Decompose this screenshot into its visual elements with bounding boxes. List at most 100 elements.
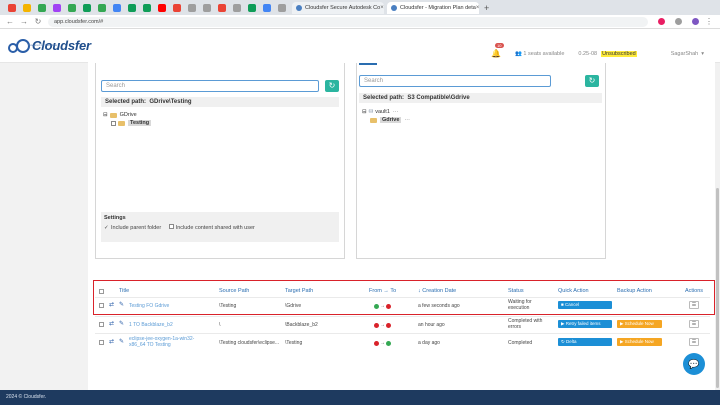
row-target: \Backblaze_b2 (285, 322, 318, 328)
schedule-now-button[interactable]: ▶ Schedule Now (617, 320, 662, 328)
row-status: Completed with errors (508, 318, 543, 330)
cloudsfer-favicon-icon (391, 4, 397, 11)
extension-puzzle-icon[interactable] (675, 18, 682, 25)
include-parent-checkbox[interactable]: ✓ (104, 225, 109, 231)
tab-icon-3[interactable] (52, 3, 61, 12)
col-title[interactable]: Title (119, 288, 129, 294)
close-tab-icon[interactable]: × (476, 5, 479, 11)
tab-icon-1[interactable] (22, 3, 31, 12)
row-from-to: → (373, 322, 392, 328)
tab-icon-17[interactable] (277, 3, 286, 12)
collapse-icon[interactable]: ⊟ (103, 112, 108, 118)
footer: 2024 © Cloudsfer. (0, 390, 720, 405)
chat-bubble-icon[interactable]: 💬 (683, 353, 705, 375)
folder-icon (109, 112, 117, 118)
schedule-now-button[interactable]: ▶ Schedule Now (617, 338, 662, 346)
youtube-tab-icon[interactable] (157, 3, 166, 12)
folder-icon (370, 117, 377, 123)
source-refresh-button[interactable]: ↻ (325, 80, 339, 92)
row-source: \Testing cloudsfer\eclipse... (219, 340, 280, 346)
unsubscribed-badge[interactable]: Unsubscribed (601, 50, 637, 57)
tab-icon-10[interactable] (172, 3, 181, 12)
tab-icon-16[interactable] (262, 3, 271, 12)
table-row: ⇄ ✎ eclipse-jee-oxygen-1a-win32-x86_64 T… (95, 333, 710, 351)
user-menu[interactable]: SagarShah (671, 51, 699, 57)
col-source-path[interactable]: Source Path (219, 288, 249, 294)
new-tab-icon[interactable]: + (484, 3, 489, 13)
page-scrollbar-thumb[interactable] (716, 188, 719, 388)
row-title[interactable]: eclipse-jee-oxygen-1a-win32-x86_64 TO Te… (129, 336, 209, 348)
source-cloud-icon (374, 340, 379, 346)
tab-cloudsfer-migration[interactable]: Cloudsfer - Migration Plan deta × (387, 1, 479, 14)
tab-icon-5[interactable] (82, 3, 91, 12)
row-actions-menu[interactable]: ☰ (689, 338, 699, 346)
close-tab-icon[interactable]: × (380, 5, 384, 11)
select-all-checkbox[interactable] (99, 289, 104, 294)
cancel-button[interactable]: ■ Cancel (558, 301, 612, 309)
more-icon[interactable]: ··· (404, 117, 410, 123)
source-search-input[interactable]: Search (101, 80, 319, 92)
tab-icon-2[interactable] (37, 3, 46, 12)
chevron-down-icon[interactable]: ▾ (701, 51, 704, 57)
row-date: a few seconds ago (418, 303, 460, 309)
tab-icon-6[interactable] (97, 3, 106, 12)
extension-icon[interactable] (658, 18, 665, 25)
retry-failed-items-button[interactable]: ▶ Retry failed items (558, 320, 612, 328)
back-icon[interactable]: ← (6, 17, 14, 26)
row-checkbox[interactable] (99, 303, 104, 308)
row-checkbox[interactable] (99, 340, 104, 345)
row-title[interactable]: Testing FO Gdrive (129, 303, 169, 309)
edit-pencil-icon[interactable]: ✎ (119, 338, 124, 345)
more-icon[interactable]: ··· (393, 109, 399, 115)
table-row: ⇄ ✎ 1 TO Backblaze_b2 \ \Backblaze_b2 → … (95, 316, 710, 332)
profile-avatar-icon[interactable] (692, 18, 699, 25)
target-refresh-button[interactable]: ↻ (585, 75, 599, 87)
row-checkbox[interactable] (99, 322, 104, 327)
reload-icon[interactable]: ↻ (34, 17, 42, 26)
col-from-to[interactable]: From → To (369, 288, 396, 294)
url-input[interactable]: app.cloudsfer.com/# (48, 16, 648, 27)
tab-cloudsfer-autodesk[interactable]: Cloudsfer Secure Autodesk Co × (292, 1, 384, 14)
tab-icon-13[interactable] (217, 3, 226, 12)
delta-button[interactable]: ↻ Delta (558, 338, 612, 346)
source-cloud-icon (374, 322, 379, 328)
tree-node-gdrive[interactable]: Gdrive (380, 117, 402, 123)
gmail-tab-icon[interactable] (7, 3, 16, 12)
target-search-input[interactable]: Search (359, 75, 551, 87)
tab-icon-4[interactable] (67, 3, 76, 12)
collapse-icon[interactable]: ⊟ (362, 109, 367, 115)
tree-node-testing[interactable]: Testing (128, 120, 152, 126)
row-actions-menu[interactable]: ☰ (689, 301, 699, 309)
tab-icon-14[interactable] (232, 3, 241, 12)
include-shared-checkbox[interactable] (168, 224, 174, 229)
tab-icon-8[interactable] (127, 3, 136, 12)
tab-icon-7[interactable] (112, 3, 121, 12)
forward-icon[interactable]: → (20, 17, 28, 26)
col-creation-date[interactable]: ↓ Creation Date (418, 288, 456, 294)
swap-icon[interactable]: ⇄ (109, 301, 114, 308)
swap-icon[interactable]: ⇄ (109, 338, 114, 345)
row-status: Completed (508, 340, 533, 346)
row-title[interactable]: 1 TO Backblaze_b2 (129, 322, 173, 328)
edit-pencil-icon[interactable]: ✎ (119, 301, 124, 308)
col-quick-action: Quick Action (558, 288, 589, 294)
expand-icon[interactable] (111, 120, 116, 126)
vault-icon: ⛁ (368, 109, 374, 115)
col-status[interactable]: Status (508, 288, 524, 294)
row-actions-menu[interactable]: ☰ (689, 320, 699, 328)
edit-pencil-icon[interactable]: ✎ (119, 320, 124, 327)
tab-icon-12[interactable] (202, 3, 211, 12)
browser-menu-icon[interactable]: ⋮ (705, 17, 713, 26)
swap-icon[interactable]: ⇄ (109, 320, 114, 327)
gdrive-icon (386, 340, 391, 346)
tab-icon-11[interactable] (187, 3, 196, 12)
row-date: a day ago (418, 340, 440, 346)
s3-icon (386, 303, 391, 309)
col-actions: Actions (685, 288, 704, 294)
col-target-path[interactable]: Target Path (285, 288, 313, 294)
address-bar-row: ← → ↻ app.cloudsfer.com/# ⋮ (0, 15, 720, 29)
notifications-bell-icon[interactable]: 🔔 10 (491, 43, 504, 58)
tab-icon-9[interactable] (142, 3, 151, 12)
app-version: 0.25-08 (578, 50, 598, 57)
tab-icon-15[interactable] (247, 3, 256, 12)
